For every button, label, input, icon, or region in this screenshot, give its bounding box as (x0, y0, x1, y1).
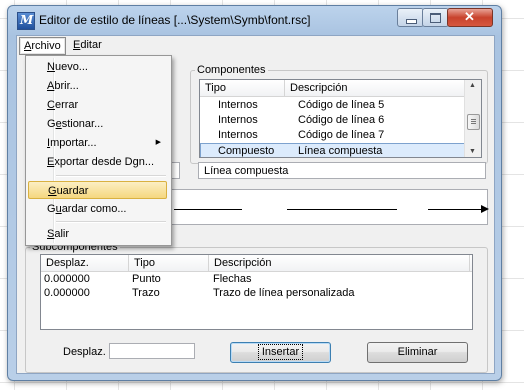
menu-item-abrir[interactable]: Abrir... (28, 77, 167, 95)
preview-dash (428, 209, 484, 210)
menu-editar[interactable]: Editar (69, 37, 106, 53)
menu-archivo[interactable]: Archivo (19, 37, 66, 55)
menu-archivo-label: rchivo (31, 40, 61, 52)
maximize-icon (430, 13, 441, 23)
close-button[interactable]: ✕ (447, 8, 493, 27)
list-item-tipo: Punto (132, 273, 161, 285)
menu-item-label: alir (54, 228, 70, 240)
menu-editar-label: ditar (80, 39, 102, 51)
list-item-desplaz: 0.000000 (44, 287, 90, 299)
submenu-arrow-icon: ▶ (155, 139, 161, 146)
menu-item-nuevo[interactable]: Nuevo... (28, 58, 167, 76)
column-header-descripcion[interactable]: Descripción (285, 80, 465, 96)
scroll-thumb[interactable] (467, 114, 480, 130)
menu-item-label: brir... (54, 80, 79, 92)
minimize-icon (406, 19, 417, 24)
list-item-desplaz: 0.000000 (44, 273, 90, 285)
menu-item-accesskey: G (48, 185, 57, 197)
list-item[interactable]: Internos Código de línea 6 (200, 113, 481, 128)
menu-separator (56, 175, 166, 177)
menu-item-guardar[interactable]: Guardar (28, 181, 167, 199)
menu-item-exportar[interactable]: Exportar desde Dgn... (28, 153, 167, 171)
maximize-button[interactable] (422, 8, 449, 27)
eliminar-button[interactable]: Eliminar (367, 342, 468, 363)
menu-item-accesskey: N (47, 61, 55, 73)
list-item-tipo: Internos (218, 114, 258, 126)
subcomponentes-header: Desplaz. Tipo Descripción (41, 255, 472, 272)
list-item[interactable]: Internos Código de línea 5 (200, 98, 481, 113)
column-header-tipo[interactable]: Tipo (129, 255, 209, 271)
minimize-button[interactable] (397, 8, 424, 27)
list-item-descripcion: Código de línea 7 (298, 129, 385, 141)
column-header-tipo[interactable]: Tipo (200, 80, 285, 96)
dialog-client-area: Archivo Editar Componentes Tipo Descripc… (16, 35, 495, 374)
desplaz-input[interactable] (109, 343, 195, 359)
desplaz-label: Desplaz. (63, 346, 106, 358)
list-item-descripcion: Flechas (213, 273, 252, 285)
component-name-field[interactable]: Línea compuesta (198, 162, 486, 179)
list-item-tipo: Trazo (132, 287, 160, 299)
list-item[interactable]: Internos Código de línea 7 (200, 128, 481, 143)
close-icon: ✕ (464, 9, 475, 24)
scroll-down-icon[interactable]: ▼ (469, 148, 476, 155)
componentes-legend: Componentes (197, 64, 266, 76)
preview-arrow-icon (481, 205, 489, 213)
menu-item-label-pre: G (47, 118, 56, 130)
componentes-scrollbar[interactable]: ▲ ▼ (464, 80, 481, 157)
list-item-descripcion: Línea compuesta (298, 145, 383, 157)
menu-item-label: stionar... (61, 118, 104, 130)
window-title: Editor de estilo de líneas [...\System\S… (39, 13, 311, 27)
preview-dash (287, 209, 397, 210)
column-header-desplaz[interactable]: Desplaz. (41, 255, 129, 271)
menu-separator (56, 221, 166, 223)
menu-item-cerrar[interactable]: Cerrar (28, 96, 167, 114)
list-item-tipo: Internos (218, 129, 258, 141)
column-header-descripcion[interactable]: Descripción (209, 255, 470, 271)
menu-item-label: uevo... (54, 61, 88, 73)
menu-item-label: xportar desde Dgn... (54, 156, 155, 168)
preview-dash (174, 209, 242, 210)
microstation-icon: M (17, 12, 35, 30)
menu-item-label: uardar (56, 185, 89, 197)
menu-item-gestionar[interactable]: Gestionar... (28, 115, 167, 133)
list-item-descripcion: Código de línea 5 (298, 99, 385, 111)
title-bar[interactable]: M Editor de estilo de líneas [...\System… (8, 6, 501, 34)
line-style-editor-window: M Editor de estilo de líneas [...\System… (7, 5, 502, 381)
menu-item-label: ardar como... (61, 203, 127, 215)
menu-item-accesskey: C (47, 99, 55, 111)
subcomponentes-list[interactable]: Desplaz. Tipo Descripción 0.000000 Punto… (40, 254, 473, 330)
scroll-up-icon[interactable]: ▲ (469, 82, 476, 89)
list-item-tipo: Internos (218, 99, 258, 111)
menu-bar: Archivo Editar (17, 36, 494, 55)
archivo-dropdown-menu: Nuevo... Abrir... Cerrar Gestionar... Im… (25, 55, 172, 246)
list-item-selected[interactable]: Compuesto Línea compuesta (200, 143, 465, 157)
componentes-list[interactable]: Tipo Descripción Internos Código de líne… (199, 79, 482, 158)
menu-item-label: mportar... (50, 137, 97, 149)
componentes-header: Tipo Descripción (200, 80, 481, 97)
insertar-button[interactable]: Insertar (230, 342, 331, 363)
insertar-button-label: Insertar (257, 344, 304, 360)
list-item-descripcion: Trazo de línea personalizada (213, 287, 355, 299)
menu-item-label-pre: G (47, 203, 56, 215)
list-item[interactable]: 0.000000 Punto Flechas (41, 272, 472, 287)
menu-item-label: errar (54, 99, 79, 111)
menu-item-guardar-como[interactable]: Guardar como... (28, 200, 167, 218)
list-item-tipo: Compuesto (218, 145, 275, 157)
list-item[interactable]: 0.000000 Trazo Trazo de línea personaliz… (41, 286, 472, 301)
list-item-descripcion: Código de línea 6 (298, 114, 385, 126)
menu-item-salir[interactable]: Salir (28, 225, 167, 243)
menu-item-importar[interactable]: Importar... ▶ (28, 134, 167, 152)
